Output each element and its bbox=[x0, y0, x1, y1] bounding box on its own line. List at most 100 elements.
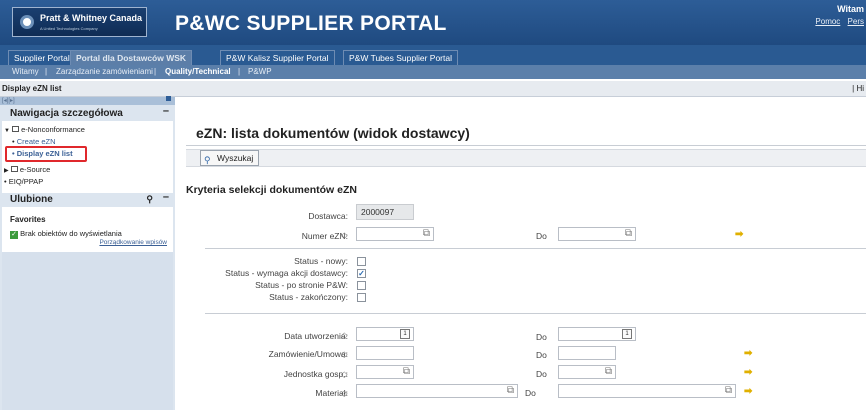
status-action-label: Status - wymaga akcji dostawcy: bbox=[225, 268, 348, 278]
section-separator bbox=[205, 248, 866, 249]
creation-date-from-input[interactable]: 1 bbox=[356, 327, 414, 341]
status-new-checkbox[interactable] bbox=[357, 257, 366, 266]
breadcrumb: Display eZN list bbox=[2, 84, 62, 93]
ezn-number-to-input[interactable]: ⧉ bbox=[558, 227, 636, 241]
bullet-icon: • bbox=[12, 137, 15, 146]
minimize-icon[interactable]: – bbox=[163, 191, 169, 204]
bullet-icon: • bbox=[4, 177, 7, 186]
bullet-icon: • bbox=[12, 149, 15, 158]
calendar-icon[interactable]: 1 bbox=[622, 329, 632, 339]
value-help-icon[interactable]: ⧉ bbox=[605, 367, 612, 377]
tab-tubes-portal[interactable]: P&W Tubes Supplier Portal bbox=[343, 50, 458, 65]
subnav-separator: | bbox=[45, 67, 48, 76]
selection-option-icon[interactable]: ◇ bbox=[341, 230, 348, 241]
nav-item-display-ezn-list[interactable]: • Display eZN list bbox=[12, 149, 73, 158]
to-label: Do bbox=[525, 388, 536, 398]
supplier-label: Dostawca: bbox=[308, 211, 348, 221]
favorites-empty-text: Brak obiektów do wyświetlania bbox=[20, 229, 122, 238]
toolbar bbox=[186, 149, 866, 167]
checkmark-icon: ✓ bbox=[358, 269, 365, 278]
order-contract-label: Zamówienie/Umowa: bbox=[268, 349, 348, 359]
multiple-selection-arrow-icon[interactable]: ➡ bbox=[744, 348, 752, 359]
company-logo[interactable]: Pratt & Whitney Canada A United Technolo… bbox=[12, 7, 147, 37]
subnav-item-witamy[interactable]: Witamy bbox=[12, 65, 39, 79]
folder-icon bbox=[12, 126, 20, 132]
sidebar-collapse-controls[interactable]: [◂][▸] bbox=[0, 97, 175, 105]
ezn-number-from-input[interactable]: ⧉ bbox=[356, 227, 434, 241]
status-done-checkbox[interactable] bbox=[357, 293, 366, 302]
breadcrumb-bar: Display eZN list | Hi bbox=[0, 81, 866, 97]
material-to-input[interactable]: ⧉ bbox=[558, 384, 736, 398]
favorites-panel: Favorites ✓ Brak obiektów do wyświetlani… bbox=[2, 207, 173, 252]
material-label: Materiał: bbox=[315, 388, 348, 398]
multiple-selection-arrow-icon[interactable]: ➡ bbox=[735, 229, 743, 240]
selection-option-icon[interactable]: ◇ bbox=[341, 388, 348, 399]
status-action-checkbox[interactable]: ✓ bbox=[357, 269, 366, 278]
to-label: Do bbox=[536, 350, 547, 360]
multiple-selection-arrow-icon[interactable]: ➡ bbox=[744, 367, 752, 378]
supplier-field: 2000097 bbox=[356, 204, 414, 220]
collapse-marker-icon[interactable] bbox=[166, 96, 171, 101]
to-label: Do bbox=[536, 332, 547, 342]
search-button-label: Wyszukaj bbox=[217, 153, 254, 163]
sidebar-lower-area bbox=[2, 252, 173, 410]
sort-entries-link[interactable]: Porządkowanie wpisów bbox=[99, 239, 167, 246]
nav-panel-title: Nawigacja szczegółowa – bbox=[0, 105, 175, 120]
folder-icon bbox=[10, 166, 18, 172]
multiple-selection-arrow-icon[interactable]: ➡ bbox=[744, 386, 752, 397]
nav-item-eiq-ppap[interactable]: • EIQ/PPAP bbox=[4, 177, 43, 186]
calendar-icon[interactable]: 1 bbox=[400, 329, 410, 339]
title-divider bbox=[186, 145, 866, 146]
logo-text: Pratt & Whitney Canada bbox=[40, 13, 143, 23]
tab-kalisz-portal[interactable]: P&W Kalisz Supplier Portal bbox=[220, 50, 335, 65]
minimize-icon[interactable]: – bbox=[163, 105, 169, 118]
favorites-title-text: Ulubione bbox=[10, 194, 53, 205]
personalize-link[interactable]: Pers bbox=[848, 17, 864, 26]
business-unit-to-input[interactable]: ⧉ bbox=[558, 365, 616, 379]
business-unit-from-input[interactable]: ⧉ bbox=[356, 365, 414, 379]
favorites-add-icon[interactable]: ⚲ bbox=[146, 193, 153, 206]
subnav-item-pwp[interactable]: P&WP bbox=[248, 65, 272, 79]
value-help-icon[interactable]: ⧉ bbox=[725, 386, 732, 396]
nav-tree: ▼ e-Nonconformance • Create eZN • Displa… bbox=[2, 121, 173, 201]
nav-item-e-source[interactable]: ▶ e-Source bbox=[4, 165, 50, 174]
expand-arrow-icon[interactable]: ▶ bbox=[4, 168, 9, 174]
nav-item-e-nonconformance[interactable]: ▼ e-Nonconformance bbox=[4, 125, 85, 134]
to-label: Do bbox=[536, 231, 547, 241]
nav-item-label: EIQ/PPAP bbox=[8, 177, 44, 186]
to-label: Do bbox=[536, 369, 547, 379]
favorites-panel-title: Ulubione ⚲ – bbox=[0, 191, 175, 206]
order-from-input[interactable] bbox=[356, 346, 414, 360]
creation-date-to-input[interactable]: 1 bbox=[558, 327, 636, 341]
tab-portal-wsk[interactable]: Portal dla Dostawców WSK bbox=[70, 50, 193, 65]
creation-date-label: Data utworzenia: bbox=[284, 331, 348, 341]
order-to-input[interactable] bbox=[558, 346, 616, 360]
nav-item-label: e-Source bbox=[19, 165, 51, 174]
value-help-icon[interactable]: ⧉ bbox=[507, 386, 514, 396]
selection-option-icon[interactable]: ◇ bbox=[341, 330, 348, 341]
portal-title: P&WC SUPPLIER PORTAL bbox=[175, 12, 447, 35]
material-from-input[interactable]: ⧉ bbox=[356, 384, 518, 398]
section-title: Kryteria selekcji dokumentów eZN bbox=[186, 184, 357, 196]
selection-option-icon[interactable]: ◇ bbox=[341, 369, 348, 380]
history-link[interactable]: | Hi bbox=[852, 81, 864, 97]
logo-subtext: A United Technologies Company bbox=[40, 26, 98, 31]
help-link[interactable]: Pomoc bbox=[815, 17, 840, 26]
subnav-item-quality[interactable]: Quality/Technical bbox=[165, 65, 231, 79]
selection-option-icon[interactable]: ◇ bbox=[341, 349, 348, 360]
subnav-item-orders[interactable]: Zarządzanie zamówieniami bbox=[56, 65, 153, 79]
status-done-label: Status - zakończony: bbox=[269, 292, 348, 302]
section-separator bbox=[205, 313, 866, 314]
ezn-number-label: Numer eZN: bbox=[301, 231, 348, 241]
search-button[interactable]: ⚲ Wyszukaj bbox=[200, 150, 260, 166]
welcome-user-text: Witam bbox=[837, 4, 864, 14]
value-help-icon[interactable]: ⧉ bbox=[625, 229, 632, 239]
nav-item-label: Display eZN list bbox=[16, 149, 73, 158]
status-pw-checkbox[interactable] bbox=[357, 281, 366, 290]
tab-supplier-portal[interactable]: Supplier Portal bbox=[8, 50, 76, 65]
value-help-icon[interactable]: ⧉ bbox=[403, 367, 410, 377]
nav-item-create-ezn[interactable]: • Create eZN bbox=[12, 137, 56, 146]
favorites-empty-row: ✓ Brak obiektów do wyświetlania bbox=[10, 229, 122, 239]
value-help-icon[interactable]: ⧉ bbox=[423, 229, 430, 239]
expand-arrow-icon[interactable]: ▼ bbox=[4, 128, 10, 134]
